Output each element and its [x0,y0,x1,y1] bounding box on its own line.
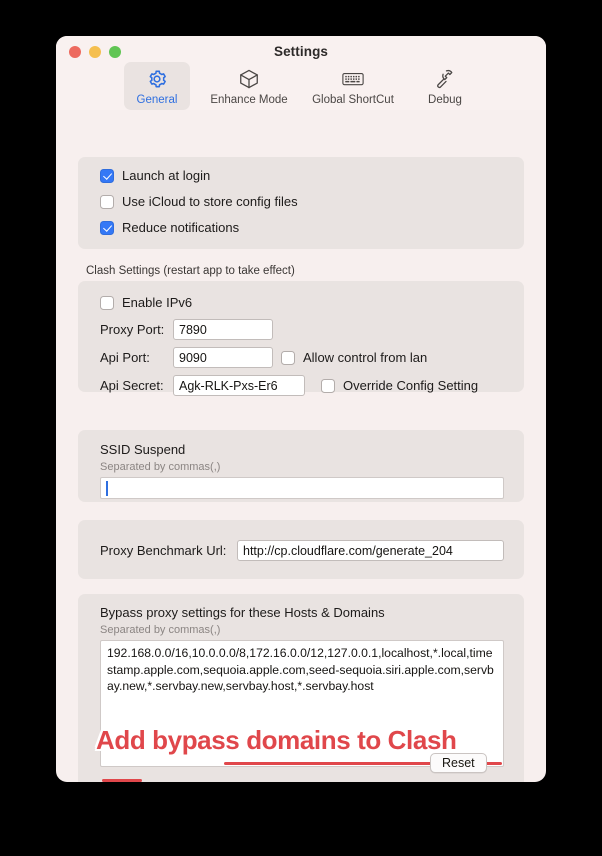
hammer-icon [434,67,456,91]
tab-general[interactable]: General [124,62,190,110]
annotation-underline-2 [102,779,142,782]
api-port-label: Api Port: [100,350,150,365]
ssid-suspend-panel: SSID Suspend Separated by commas(,) [78,430,524,502]
reduce-notifications-label: Reduce notifications [122,220,240,235]
launch-at-login-checkbox[interactable] [100,168,114,183]
option-use-icloud[interactable]: Use iCloud to store config files [100,194,524,209]
enable-ipv6-label: Enable IPv6 [122,295,193,310]
allow-control-from-lan-label: Allow control from lan [303,350,428,365]
tab-global-shortcut[interactable]: Global ShortCut [308,62,398,110]
api-port-input[interactable] [173,347,273,368]
api-secret-input[interactable] [173,375,305,396]
tab-enhance-mode[interactable]: Enhance Mode [204,62,294,110]
proxy-port-input[interactable] [173,319,273,340]
gear-icon [146,67,168,91]
tab-debug-label: Debug [428,94,462,106]
clash-settings-panel: Enable IPv6 Proxy Port: Api Port: Allow … [78,281,524,396]
bypass-proxy-note: Separated by commas(,) [100,624,221,636]
bypass-proxy-title: Bypass proxy settings for these Hosts & … [100,605,385,620]
api-secret-label: Api Secret: [100,378,164,393]
keyboard-icon [341,67,365,91]
annotation-text: Add bypass domains to Clash [96,725,457,755]
tab-debug[interactable]: Debug [412,62,478,110]
proxy-benchmark-url-input[interactable] [237,540,504,561]
proxy-port-label: Proxy Port: [100,322,165,337]
override-config-setting-label: Override Config Setting [343,378,479,393]
tab-general-label: General [136,94,178,106]
use-icloud-checkbox[interactable] [100,194,114,209]
window-titlebar: Settings General Enhance Mode Global Sho… [56,36,546,110]
reset-button[interactable]: Reset [430,753,487,773]
reduce-notifications-checkbox[interactable] [100,220,114,235]
option-allow-control-from-lan[interactable]: Allow control from lan [281,350,427,365]
option-override-config-setting[interactable]: Override Config Setting [321,378,478,393]
option-enable-ipv6[interactable]: Enable IPv6 [100,295,192,310]
ssid-suspend-title: SSID Suspend [100,442,186,457]
launch-at-login-label: Launch at login [122,168,211,183]
proxy-benchmark-url-label: Proxy Benchmark Url: [100,543,227,558]
option-launch-at-login[interactable]: Launch at login [100,168,524,183]
ssid-suspend-note: Separated by commas(,) [100,461,221,473]
general-options-panel: Launch at login Use iCloud to store conf… [78,157,524,249]
ssid-suspend-input[interactable] [100,477,504,499]
clash-settings-group-label: Clash Settings (restart app to take effe… [86,265,295,277]
screenshot-root: Settings General Enhance Mode Global Sho… [0,0,602,856]
enable-ipv6-checkbox[interactable] [100,295,114,310]
override-config-setting-checkbox[interactable] [321,378,335,393]
tab-enhance-mode-label: Enhance Mode [210,94,288,106]
bypass-proxy-value: 192.168.0.0/16,10.0.0.0/8,172.16.0.0/12,… [107,646,494,693]
allow-control-from-lan-checkbox[interactable] [281,350,295,365]
cube-icon [238,67,260,91]
tab-global-shortcut-label: Global ShortCut [312,94,394,106]
window-title: Settings [273,44,329,59]
settings-window: Settings General Enhance Mode Global Sho… [56,36,546,782]
option-reduce-notifications[interactable]: Reduce notifications [100,220,524,235]
proxy-benchmark-panel: Proxy Benchmark Url: [78,520,524,579]
text-caret [106,481,108,496]
settings-toolbar: General Enhance Mode Global ShortCut Deb… [56,62,546,110]
use-icloud-label: Use iCloud to store config files [122,194,298,209]
settings-content: Launch at login Use iCloud to store conf… [56,110,546,782]
